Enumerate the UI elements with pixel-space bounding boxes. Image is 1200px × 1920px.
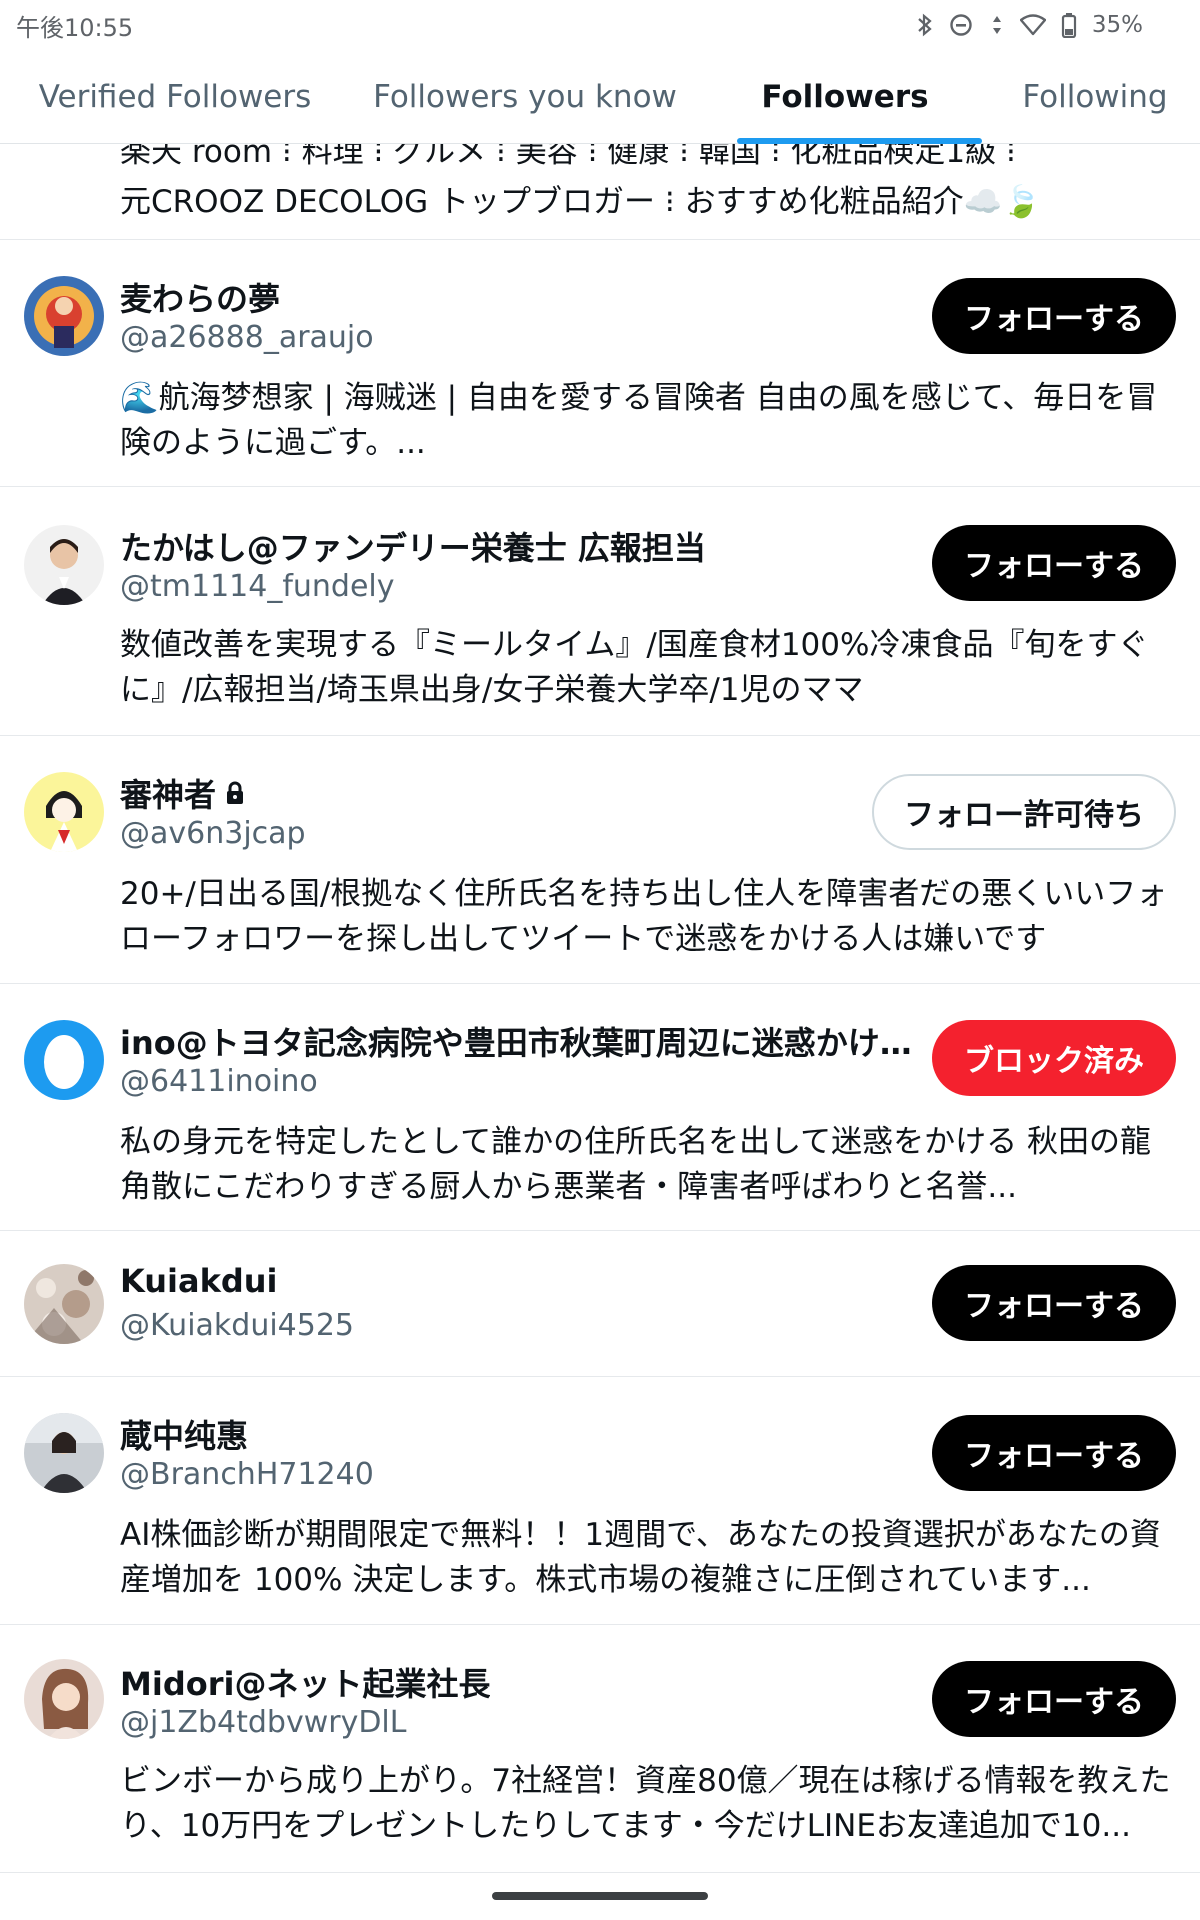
follower-bio: 私の身元を特定したとして誰かの住所氏名を出して迷惑をかける 秋田の龍角散にこだわ… (120, 1124, 1151, 1205)
status-icons: 35% (912, 12, 1143, 38)
display-name: ino@トヨタ記念病院や豊田市秋葉町周辺に迷惑かける人に注意 (120, 1024, 928, 1062)
blocked-button[interactable]: ブロック済み (932, 1020, 1176, 1096)
display-name: Kuiakdui (120, 1262, 278, 1300)
follower-row[interactable]: たかはし@ファンデリー栄養士 広報担当 @tm1114_fundely 数値改善… (0, 487, 1200, 736)
follower-row[interactable]: 審神者 @av6n3jcap 20+/日出る国/根拠なく住所氏名を持ち出し住人を… (0, 736, 1200, 984)
display-name: たかはし@ファンデリー栄養士 広報担当 (120, 529, 706, 567)
tab-bar: Verified Followers Followers you know Fo… (0, 50, 1200, 144)
follower-name[interactable]: たかはし@ファンデリー栄養士 広報担当 (120, 523, 706, 569)
follow-button[interactable]: フォローする (932, 1415, 1176, 1491)
avatar[interactable] (24, 276, 104, 356)
status-time: 午後10:55 (16, 13, 134, 42)
follower-handle: @av6n3jcap (120, 816, 306, 851)
tab-following[interactable]: Following (990, 50, 1200, 144)
follower-name[interactable]: Midori@ネット起業社長 (120, 1659, 490, 1705)
avatar[interactable] (24, 1413, 104, 1493)
follower-bio: AI株価診断が期間限定で無料！！1週間で、あなたの投資選択があなたの資産増加を … (120, 1517, 1161, 1598)
tab-label: Followers (761, 79, 929, 115)
wifi-icon (1019, 12, 1046, 38)
follower-row[interactable]: 蔵中纯惠 @BranchH71240 AI株価診断が期間限定で無料！！1週間で、… (0, 1377, 1200, 1625)
follower-bio: 数値改善を実現する『ミールタイム』/国産食材100%冷凍食品『旬をすぐに』/広報… (120, 627, 1149, 708)
follower-row[interactable]: 麦わらの夢 @a26888_araujo 🌊航海梦想家 | 海贼迷 | 自由を愛… (0, 240, 1200, 487)
tab-label: Verified Followers (38, 79, 312, 115)
follower-bio: 20+/日出る国/根拠なく住所氏名を持ち出し住人を障害者だの悪くいいフォローフォ… (120, 876, 1168, 957)
bluetooth-icon (912, 12, 938, 38)
follow-request-pending-button[interactable]: フォロー許可待ち (872, 774, 1176, 850)
follow-button[interactable]: フォローする (932, 278, 1176, 354)
follower-name[interactable]: 蔵中纯惠 (120, 1411, 248, 1457)
display-name: 麦わらの夢 (120, 280, 281, 318)
tab-followers[interactable]: Followers (700, 50, 990, 144)
display-name: Midori@ネット起業社長 (120, 1665, 491, 1703)
follower-handle: @6411inoino (120, 1064, 318, 1099)
follow-button[interactable]: フォローする (932, 525, 1176, 601)
follower-handle: @a26888_araujo (120, 320, 374, 355)
battery-icon (1056, 12, 1082, 38)
tab-label: Followers you know (373, 79, 677, 115)
avatar[interactable] (24, 525, 104, 605)
avatar[interactable] (24, 1659, 104, 1739)
data-arrows-icon (984, 12, 1010, 38)
status-bar: 午後10:55 35% (0, 0, 1200, 50)
avatar[interactable] (24, 772, 104, 852)
display-name: 審神者 (120, 776, 217, 814)
follower-row[interactable]: Midori@ネット起業社長 @j1Zb4tdbvwryDlL ビンボーから成り… (0, 1625, 1200, 1873)
previous-follower-bio[interactable]: 楽天 room ⁝ 料理 ⁝ グルメ ⁝ 美容 ⁝ 健康 ⁝ 韓国 ⁝ 化粧品検… (0, 144, 1200, 240)
display-name: 蔵中纯惠 (120, 1417, 249, 1455)
follower-name[interactable]: 麦わらの夢 (120, 274, 280, 320)
follow-button[interactable]: フォローする (932, 1265, 1176, 1341)
follower-name[interactable]: 審神者 (120, 770, 246, 816)
follow-button[interactable]: フォローする (932, 1661, 1176, 1737)
follower-handle: @Kuiakdui4525 (120, 1308, 355, 1343)
battery-percent: 35% (1091, 12, 1143, 38)
follower-bio: 🌊航海梦想家 | 海贼迷 | 自由を愛する冒険者 自由の風を感じて、毎日を冒険の… (120, 380, 1158, 461)
follower-handle: @j1Zb4tdbvwryDlL (120, 1705, 407, 1740)
tab-verified-followers[interactable]: Verified Followers (0, 50, 350, 144)
follower-name[interactable]: Kuiakdui (120, 1262, 278, 1300)
bio-line: 元CROOZ DECOLOG トップブロガー ⁝ おすすめ化粧品紹介☁️🍃 (120, 184, 1041, 220)
follower-name[interactable]: ino@トヨタ記念病院や豊田市秋葉町周辺に迷惑かける人に注意 (120, 1018, 928, 1064)
follower-handle: @tm1114_fundely (120, 569, 395, 604)
follower-handle: @BranchH71240 (120, 1457, 374, 1492)
avatar[interactable] (24, 1020, 104, 1100)
bio-line: 楽天 room ⁝ 料理 ⁝ グルメ ⁝ 美容 ⁝ 健康 ⁝ 韓国 ⁝ 化粧品検… (120, 144, 1016, 170)
follower-bio: ビンボーから成り上がり。7社経営！資産80億／現在は稼げる情報を教えたり、10万… (120, 1763, 1171, 1844)
avatar[interactable] (24, 1264, 104, 1344)
follower-row[interactable]: Kuiakdui @Kuiakdui4525 フォローする (0, 1231, 1200, 1377)
tab-label: Following (1022, 79, 1168, 115)
lock-icon (227, 781, 244, 804)
gesture-navigation-handle[interactable] (492, 1892, 708, 1900)
do-not-disturb-icon (948, 12, 974, 38)
follower-row[interactable]: ino@トヨタ記念病院や豊田市秋葉町周辺に迷惑かける人に注意 @6411inoi… (0, 984, 1200, 1231)
tab-followers-you-know[interactable]: Followers you know (350, 50, 700, 144)
